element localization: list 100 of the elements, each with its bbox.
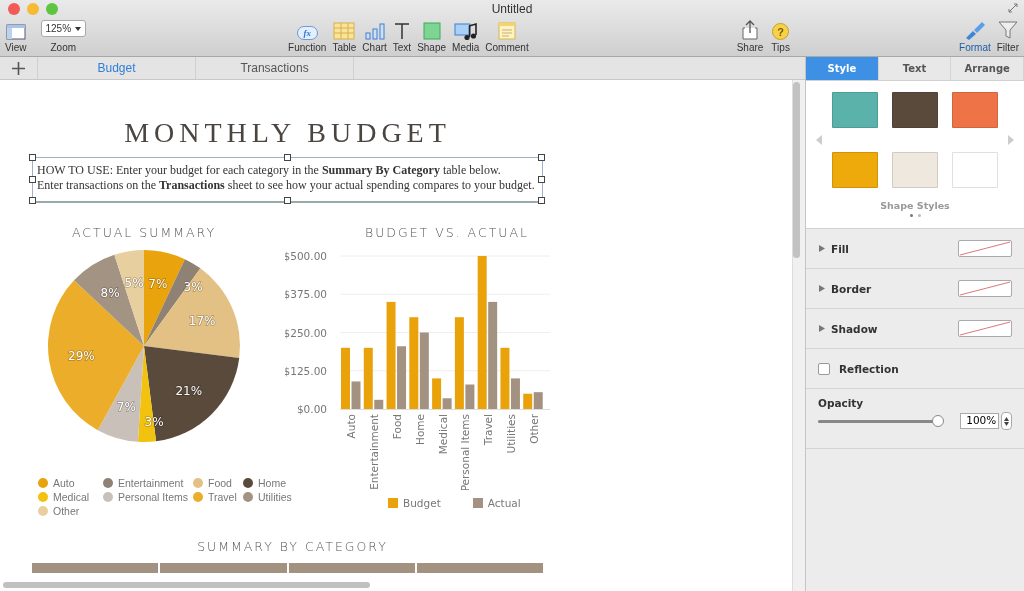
disclosure-triangle-icon[interactable] — [818, 245, 825, 252]
scrollbar[interactable] — [3, 582, 370, 588]
selection-handle[interactable] — [29, 197, 36, 204]
section-label: Shape Styles — [880, 200, 950, 211]
toolbar-button[interactable]: Media — [449, 19, 483, 53]
style-swatch[interactable] — [952, 92, 998, 128]
toolbar-button[interactable]: Shape — [414, 19, 450, 53]
selection-handle[interactable] — [29, 154, 36, 161]
style-swatch[interactable] — [832, 92, 878, 128]
toolbar-button[interactable]: ? Tips — [768, 19, 793, 53]
axis-category-label: Other — [527, 414, 540, 444]
window-control-icon[interactable] — [8, 3, 20, 15]
axis-tick-label: $375.00 — [285, 288, 327, 301]
page-dot[interactable] — [917, 214, 921, 217]
opacity-field[interactable]: 100% — [960, 413, 1000, 429]
axis-category-label: Travel — [482, 414, 495, 446]
no-fill-icon — [959, 281, 1011, 296]
selection-handle[interactable] — [283, 154, 291, 161]
previous-icon — [816, 135, 822, 145]
legend-label: Personal Items — [118, 491, 189, 503]
selection-handle[interactable] — [29, 175, 36, 183]
style-swatch[interactable] — [892, 92, 938, 128]
data-label: 29% — [68, 348, 95, 363]
table-icon — [333, 22, 356, 40]
selection-handle[interactable] — [538, 197, 545, 204]
axis-category-label: Medical — [436, 414, 449, 455]
scrollbar[interactable] — [793, 82, 800, 258]
toolbar-button[interactable]: Share — [733, 19, 767, 53]
plus-icon — [12, 61, 25, 75]
legend-label: Home — [258, 477, 286, 489]
style-swatch[interactable] — [832, 152, 878, 188]
caret-icon — [75, 26, 82, 31]
axis-tick-label: $125.00 — [285, 364, 327, 377]
zoom-control[interactable]: 125% Zoom — [37, 19, 90, 53]
data-label: 3% — [144, 415, 164, 430]
document-title: MONTHLY BUDGET — [123, 117, 452, 150]
data-label: 17% — [188, 313, 216, 328]
chart-title: ACTUAL SUMMARY — [70, 225, 218, 240]
legend-label: Medical — [53, 491, 90, 503]
disclosure-triangle-icon[interactable] — [818, 285, 825, 292]
style-swatch[interactable] — [952, 152, 998, 188]
axis-category-label: Personal Items — [459, 414, 472, 490]
data-label: 21% — [175, 383, 203, 398]
data-label: 3% — [183, 279, 203, 294]
selection-handle[interactable] — [538, 154, 545, 161]
bar — [523, 393, 533, 409]
up-down-arrows-icon — [1004, 416, 1010, 426]
window-icon — [5, 24, 26, 40]
share-icon — [742, 20, 758, 40]
axis-category-label: Food — [390, 414, 403, 440]
color-well[interactable] — [958, 240, 1012, 257]
toolbar-button[interactable]: fx Function — [285, 19, 330, 53]
legend-label: Auto — [53, 477, 75, 489]
axis-category-label: Utilities — [504, 414, 517, 454]
data-label: 8% — [100, 285, 120, 300]
instruction-text: Enter transactions on the Transactions sheet to see how your actual spending compares to your budget. — [37, 178, 536, 193]
axis-tick-label: $500.00 — [285, 250, 327, 262]
inspector-tab[interactable]: Arrange — [951, 57, 1024, 80]
toolbar-button[interactable]: Chart — [359, 19, 390, 53]
legend-label: Food — [208, 477, 232, 489]
help-icon: ? — [772, 23, 790, 40]
window-control-icon[interactable] — [46, 3, 58, 15]
chart-title: BUDGET VS. ACTUAL — [365, 225, 530, 240]
toolbar-button[interactable]: Table — [329, 19, 360, 53]
style-swatch[interactable] — [892, 152, 938, 188]
bar-chart-icon — [363, 22, 386, 40]
square-icon — [422, 22, 441, 40]
legend-label: Budget — [403, 497, 441, 509]
text-cursor-icon — [392, 22, 411, 40]
media-icon — [453, 22, 478, 40]
disclosure-triangle-icon[interactable] — [818, 325, 825, 332]
note-icon — [498, 22, 516, 40]
toolbar-button[interactable]: View — [2, 19, 30, 53]
stepper[interactable] — [1001, 412, 1012, 430]
page-dot[interactable] — [909, 214, 913, 217]
checkbox[interactable] — [818, 362, 830, 375]
toolbar-button[interactable]: Format — [956, 19, 994, 53]
sheet-tab[interactable]: Transactions — [196, 57, 354, 79]
selection-handle[interactable] — [283, 197, 291, 204]
axis-tick-label: $0.00 — [296, 403, 327, 415]
legend-label: Entertainment — [118, 477, 184, 489]
toolbar-button[interactable]: Text — [389, 19, 415, 53]
opacity-slider[interactable] — [818, 415, 945, 427]
inspector-tab[interactable]: Text — [878, 57, 952, 80]
selection-handle[interactable] — [538, 175, 545, 183]
zoom-popup[interactable]: 125% — [40, 20, 87, 37]
data-label: 5% — [124, 276, 144, 291]
color-well[interactable] — [958, 280, 1012, 297]
axis-category-label: Auto — [345, 414, 358, 439]
slider-thumb[interactable] — [932, 414, 945, 427]
color-well[interactable] — [958, 320, 1012, 337]
property-label: Border — [831, 282, 872, 295]
toolbar-button[interactable]: Filter — [993, 19, 1022, 53]
next-icon — [1008, 135, 1014, 145]
filter-icon — [997, 20, 1018, 40]
legend-label: Actual — [487, 497, 521, 509]
axis-tick-label: $250.00 — [285, 326, 327, 339]
toolbar-button[interactable]: Comment — [482, 19, 532, 53]
function-icon: fx — [296, 26, 318, 40]
property-label: Fill — [831, 242, 849, 255]
